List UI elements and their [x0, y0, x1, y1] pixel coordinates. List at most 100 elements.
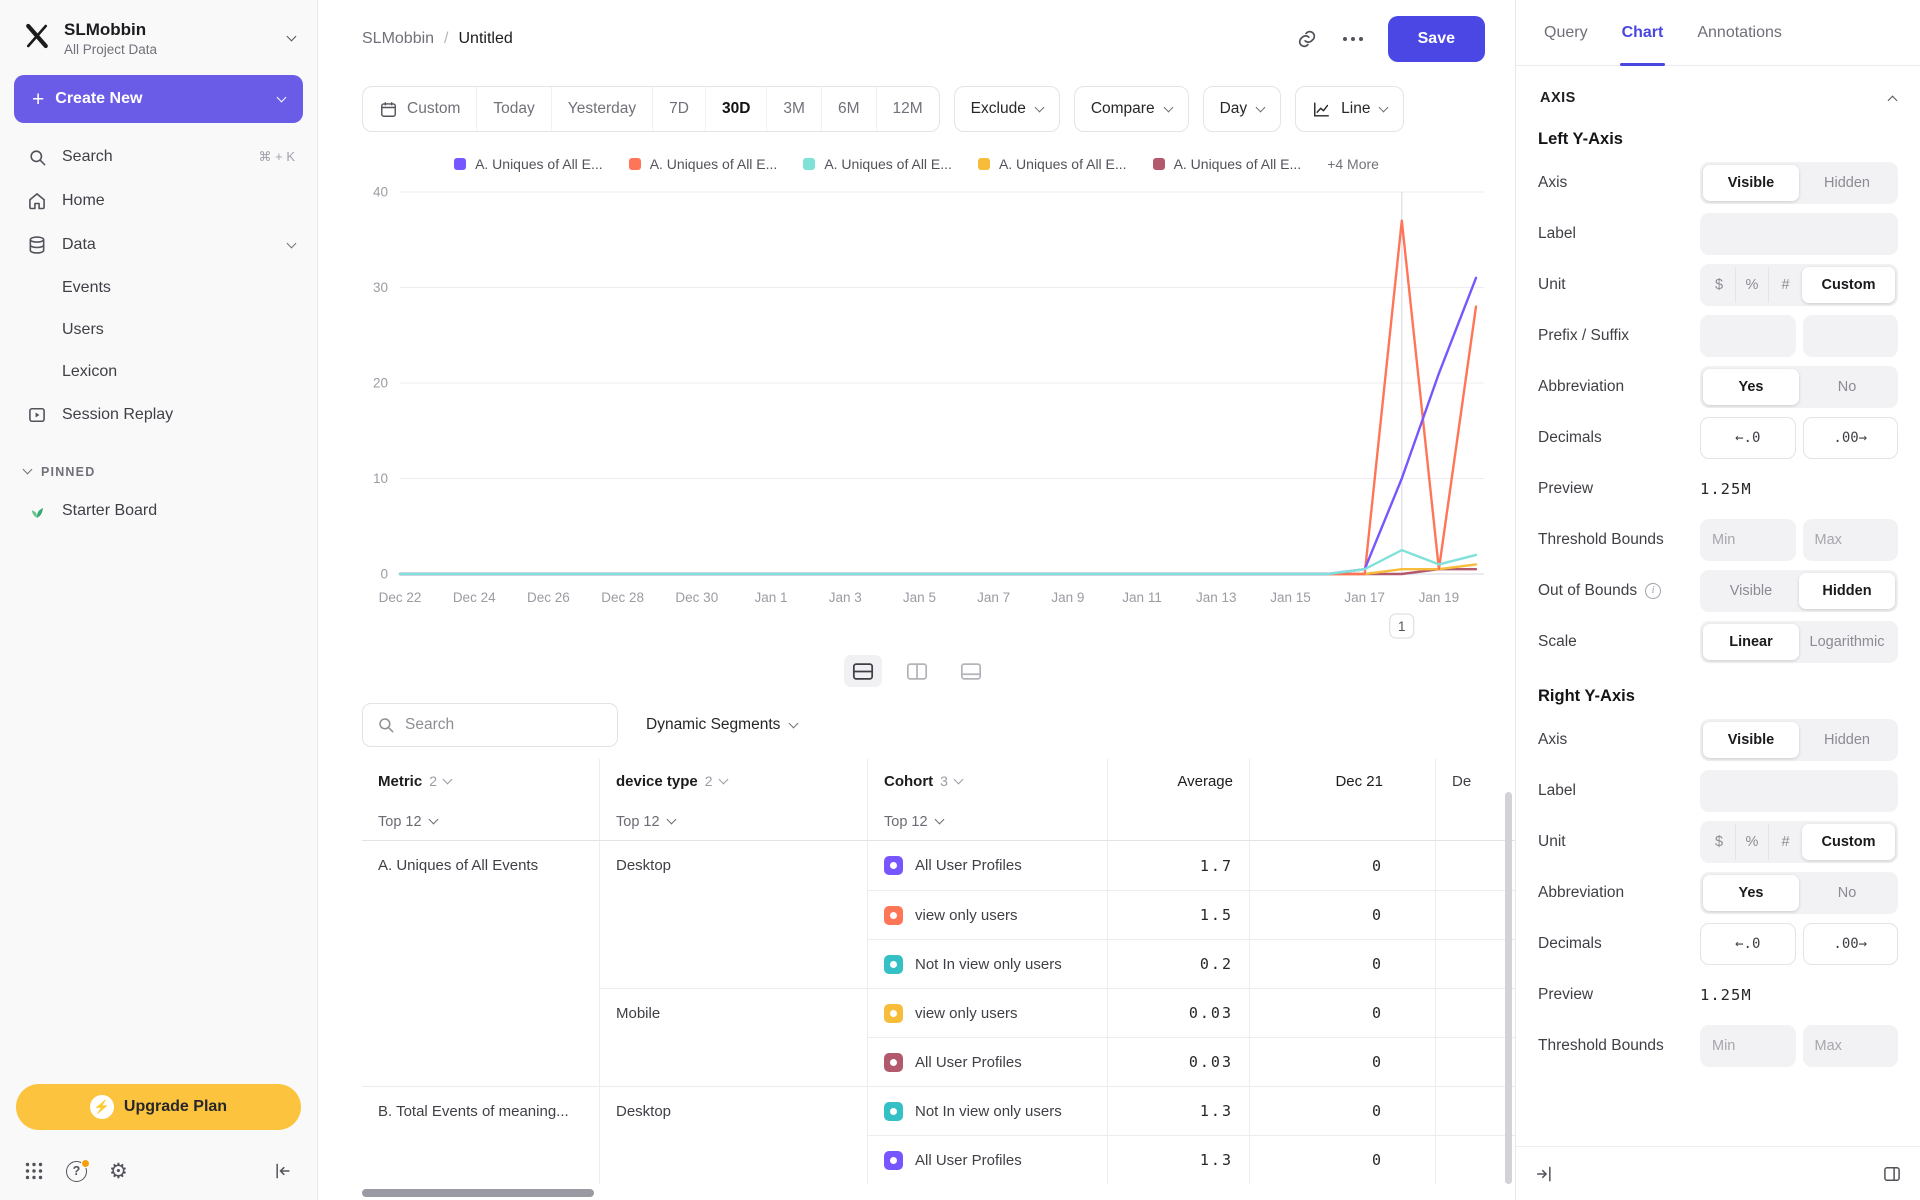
tab-annotations[interactable]: Annotations [1697, 0, 1782, 65]
chart-type-dropdown[interactable]: Line [1295, 86, 1405, 132]
top-filter-cohort[interactable]: Top 12 [884, 814, 944, 830]
table-row[interactable]: All User Profiles 0.03 0 [362, 1037, 1515, 1086]
breadcrumb-root[interactable]: SLMobbin [362, 30, 434, 48]
option-visible[interactable]: Visible [1703, 721, 1799, 758]
label-input[interactable] [1700, 212, 1898, 255]
range-30d[interactable]: 30D [704, 87, 767, 131]
legend-item[interactable]: A. Uniques of All E... [977, 156, 1127, 172]
column-header-cohort[interactable]: Cohort 3 [868, 759, 1108, 803]
option-visible[interactable]: Visible [1703, 573, 1799, 609]
range-7d[interactable]: 7D [652, 87, 705, 131]
legend-item[interactable]: A. Uniques of All E... [454, 156, 603, 172]
workspace-switcher[interactable]: SLMobbin All Project Data [0, 0, 317, 71]
tab-query[interactable]: Query [1544, 0, 1588, 65]
range-12m[interactable]: 12M [875, 87, 939, 131]
option-visible[interactable]: Visible [1703, 164, 1799, 201]
segment-search[interactable] [362, 703, 618, 747]
line-chart[interactable]: 0 10 20 30 40 Dec 22 Dec 24 Dec 26 Dec 28 Dec 30 J… [348, 176, 1488, 648]
threshold-bounds-input-2[interactable] [1802, 518, 1898, 561]
option-0[interactable]: ←.0 [1700, 922, 1796, 965]
range-today[interactable]: Today [476, 87, 550, 131]
option-no[interactable]: No [1799, 875, 1895, 911]
option-opt[interactable]: $ [1703, 823, 1736, 860]
exclude-dropdown[interactable]: Exclude [953, 86, 1060, 132]
option-hidden[interactable]: Hidden [1799, 572, 1895, 609]
sidebar-item-lexicon[interactable]: Lexicon [0, 351, 317, 393]
view-toggle-split-vertical[interactable] [898, 655, 936, 687]
collapse-panel-icon[interactable] [1534, 1164, 1554, 1184]
sidebar-item-events[interactable]: Events [0, 267, 317, 309]
option-00[interactable]: .00→ [1802, 922, 1898, 965]
column-header-next[interactable]: De [1436, 759, 1515, 803]
threshold-bounds-input-1[interactable] [1700, 1024, 1796, 1067]
breadcrumb-current[interactable]: Untitled [459, 30, 513, 48]
split-view-icon[interactable] [1882, 1164, 1902, 1184]
horizontal-scrollbar[interactable] [362, 1189, 594, 1197]
range-3m[interactable]: 3M [766, 87, 821, 131]
sidebar-item-users[interactable]: Users [0, 309, 317, 351]
view-toggle-table[interactable] [952, 655, 990, 687]
pinned-section-header[interactable]: PINNED [0, 437, 317, 489]
legend-more[interactable]: +4 More [1327, 156, 1379, 172]
create-new-button[interactable]: + Create New [14, 75, 303, 123]
dynamic-segments-dropdown[interactable]: Dynamic Segments [646, 703, 799, 747]
option-opt[interactable]: % [1736, 823, 1769, 860]
option-no[interactable]: No [1799, 369, 1895, 405]
help-icon[interactable]: ? [66, 1158, 90, 1182]
compare-dropdown[interactable]: Compare [1073, 86, 1189, 132]
save-button[interactable]: Save [1387, 16, 1485, 62]
column-header-dec21[interactable]: Dec 21 [1250, 759, 1436, 803]
sidebar-item-data[interactable]: Data [0, 223, 317, 267]
option-custom[interactable]: Custom [1802, 266, 1895, 303]
table-row[interactable]: Not In view only users 0.2 0 [362, 939, 1515, 988]
vertical-scrollbar[interactable] [1505, 792, 1512, 1184]
view-toggle-split-horizontal[interactable] [843, 655, 882, 687]
option-yes[interactable]: Yes [1703, 874, 1799, 911]
table-row[interactable]: Mobile view only users 0.03 0 [362, 988, 1515, 1037]
column-header-metric[interactable]: Metric 2 [362, 759, 600, 803]
range-6m[interactable]: 6M [820, 87, 876, 131]
tab-chart[interactable]: Chart [1619, 0, 1666, 66]
segment-search-input[interactable] [405, 716, 603, 734]
table-row[interactable]: B. Total Events of meaning... Desktop Not … [362, 1086, 1515, 1135]
table-row[interactable]: All User Profiles 1.3 0 [362, 1135, 1515, 1184]
top-filter-device[interactable]: Top 12 [616, 814, 676, 830]
top-filter-metric[interactable]: Top 12 [378, 814, 438, 830]
collapse-sidebar-icon[interactable] [273, 1161, 293, 1181]
column-header-device-type[interactable]: device type 2 [600, 759, 868, 803]
option-opt[interactable]: # [1769, 267, 1802, 303]
option-00[interactable]: .00→ [1802, 416, 1898, 459]
option-hidden[interactable]: Hidden [1799, 722, 1895, 758]
legend-item[interactable]: A. Uniques of All E... [628, 156, 777, 172]
sidebar-item-home[interactable]: Home [0, 179, 317, 223]
option-linear[interactable]: Linear [1703, 623, 1799, 660]
label-input[interactable] [1700, 769, 1898, 812]
prefix-suffix-input-1[interactable] [1700, 314, 1796, 357]
range-yesterday[interactable]: Yesterday [550, 87, 652, 131]
range-custom[interactable]: Custom [363, 87, 476, 131]
apps-grid-icon[interactable] [24, 1161, 44, 1181]
option-opt[interactable]: # [1769, 824, 1802, 860]
option-opt[interactable]: $ [1703, 266, 1736, 303]
upgrade-plan-button[interactable]: ⚡ Upgrade Plan [16, 1084, 301, 1130]
axis-section-header[interactable]: AXIS [1538, 66, 1898, 110]
table-row[interactable]: view only users 1.5 0 [362, 890, 1515, 939]
table-row[interactable]: A. Uniques of All Events Desktop All User … [362, 841, 1515, 890]
copy-link-button[interactable] [1296, 28, 1318, 50]
option-opt[interactable]: % [1736, 266, 1769, 303]
prefix-suffix-input-2[interactable] [1802, 314, 1898, 357]
threshold-bounds-input-1[interactable] [1700, 518, 1796, 561]
gear-icon[interactable]: ⚙ [109, 1161, 128, 1182]
legend-item[interactable]: A. Uniques of All E... [1152, 156, 1301, 172]
more-options-button[interactable] [1342, 36, 1364, 42]
column-header-average[interactable]: Average [1108, 759, 1250, 803]
option-0[interactable]: ←.0 [1700, 416, 1796, 459]
sidebar-item-starter-board[interactable]: Starter Board [0, 489, 317, 533]
legend-item[interactable]: A. Uniques of All E... [803, 156, 952, 172]
sidebar-item-session-replay[interactable]: Session Replay [0, 393, 317, 437]
sidebar-item-search[interactable]: Search ⌘ + K [0, 135, 317, 179]
option-custom[interactable]: Custom [1802, 823, 1895, 860]
option-yes[interactable]: Yes [1703, 368, 1799, 405]
option-logarithmic[interactable]: Logarithmic [1799, 624, 1895, 660]
granularity-dropdown[interactable]: Day [1202, 86, 1282, 132]
